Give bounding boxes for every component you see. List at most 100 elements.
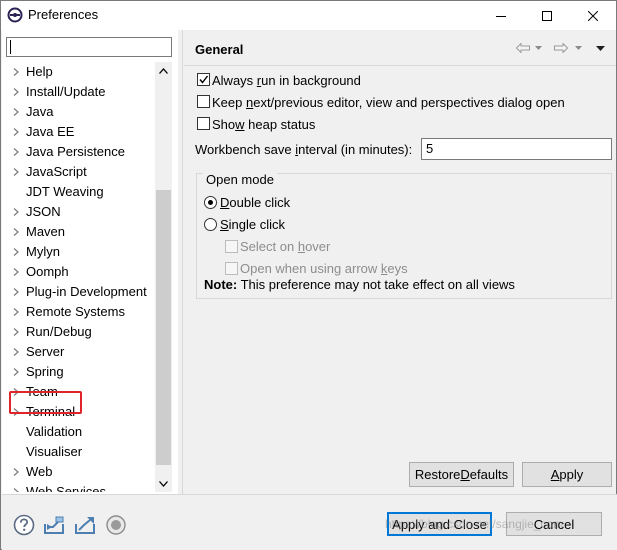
expand-arrow-icon[interactable] [11,267,21,277]
tree-item-label: Plug-in Development [26,284,147,299]
cancel-button[interactable]: Cancel [506,512,602,536]
tree-item-visualiser[interactable]: Visualiser [2,442,155,462]
expand-arrow-icon[interactable] [11,407,21,417]
tree-item-label: Web [26,464,53,479]
show-heap-status-label[interactable]: Show heap status [212,117,315,132]
apply-button[interactable]: Apply [522,462,612,487]
expand-arrow-icon[interactable] [11,387,21,397]
minimize-icon [496,15,506,17]
tree-item-terminal[interactable]: Terminal [2,402,155,422]
back-button[interactable] [515,39,531,57]
tree-item-oomph[interactable]: Oomph [2,262,155,282]
expand-arrow-icon[interactable] [11,147,21,157]
tree-item-spring[interactable]: Spring [2,362,155,382]
tree-item-label: Install/Update [26,84,106,99]
forward-history-dropdown[interactable] [573,39,583,57]
view-menu-button[interactable] [593,39,607,57]
restore-defaults-button[interactable]: Restore Defaults [409,462,514,487]
expand-arrow-icon[interactable] [11,247,21,257]
expand-arrow-icon[interactable] [11,87,21,97]
show-heap-status-checkbox[interactable] [197,117,210,130]
expand-arrow-icon[interactable] [11,467,21,477]
tree-item-team[interactable]: Team [2,382,155,402]
tree-item-java[interactable]: Java [2,102,155,122]
single-click-label[interactable]: Single click [220,217,285,232]
record-icon[interactable] [105,514,127,536]
back-history-dropdown[interactable] [533,39,543,57]
tree-item-web[interactable]: Web [2,462,155,482]
expand-arrow-icon[interactable] [11,347,21,357]
text-caret [10,40,11,54]
checkmark-icon [199,75,209,84]
tree-item-label: Java EE [26,124,75,139]
single-click-radio[interactable] [204,218,217,231]
radio-selected-dot [208,200,213,205]
scroll-up-button[interactable] [155,62,172,79]
apply-and-close-button[interactable]: Apply and Close [387,512,492,536]
tree-item-javascript[interactable]: JavaScript [2,162,155,182]
tree-item-maven[interactable]: Maven [2,222,155,242]
tree-item-label: Remote Systems [26,304,125,319]
tree-item-jdt-weaving[interactable]: JDT Weaving [2,182,155,202]
tree-item-label: Spring [26,364,64,379]
tree-item-java-persistence[interactable]: Java Persistence [2,142,155,162]
filter-input[interactable] [6,37,172,57]
open-arrow-keys-label[interactable]: Open when using arrow keys [240,261,408,276]
chevron-up-icon [159,67,168,74]
select-on-hover-label[interactable]: Select on hover [240,239,330,254]
forward-button[interactable] [553,39,569,57]
tree-item-remote-systems[interactable]: Remote Systems [2,302,155,322]
expand-arrow-icon[interactable] [11,287,21,297]
import-icon[interactable] [43,514,65,536]
minimize-button[interactable] [478,1,524,30]
tree-item-java-ee[interactable]: Java EE [2,122,155,142]
always-run-background-label[interactable]: Always run in background [212,73,361,88]
help-icon[interactable] [13,514,35,536]
save-interval-input[interactable]: 5 [421,138,612,160]
tree-item-label: JavaScript [26,164,87,179]
tree-item-help[interactable]: Help [2,62,155,82]
expand-arrow-icon[interactable] [11,367,21,377]
tree-item-web-services[interactable]: Web Services [2,482,155,492]
maximize-button[interactable] [524,1,570,30]
keep-next-previous-label[interactable]: Keep next/previous editor, view and pers… [212,95,565,110]
tree-item-run-debug[interactable]: Run/Debug [2,322,155,342]
expand-arrow-icon[interactable] [11,67,21,77]
close-button[interactable] [570,1,616,30]
expand-arrow-icon[interactable] [11,227,21,237]
dropdown-arrow-icon [574,46,582,50]
tree-item-label: Run/Debug [26,324,92,339]
always-run-background-checkbox[interactable] [197,73,210,86]
double-click-label[interactable]: Double click [220,195,290,210]
keep-next-previous-checkbox[interactable] [197,95,210,108]
page-title: General [195,42,244,57]
expand-arrow-icon[interactable] [11,307,21,317]
expand-arrow-icon[interactable] [11,487,21,492]
tree-item-validation[interactable]: Validation [2,422,155,442]
tree-item-install-update[interactable]: Install/Update [2,82,155,102]
tree-item-label: Mylyn [26,244,60,259]
expand-arrow-icon[interactable] [11,167,21,177]
scroll-thumb[interactable] [156,190,171,465]
open-arrow-keys-checkbox[interactable] [225,262,238,275]
expand-arrow-icon[interactable] [11,127,21,137]
scroll-down-button[interactable] [155,475,172,492]
open-mode-group: Open mode Double click Single click Sele… [196,172,612,299]
export-icon[interactable] [74,514,96,536]
tree-scrollbar[interactable] [155,62,172,492]
maximize-icon [542,10,552,21]
expand-arrow-icon[interactable] [11,207,21,217]
tree-item-json[interactable]: JSON [2,202,155,222]
expand-arrow-icon[interactable] [11,107,21,117]
select-on-hover-checkbox[interactable] [225,240,238,253]
forward-arrow-icon [554,43,568,53]
tree-item-mylyn[interactable]: Mylyn [2,242,155,262]
window-title: Preferences [28,7,99,22]
tree-item-plug-in-development[interactable]: Plug-in Development [2,282,155,302]
tree-item-server[interactable]: Server [2,342,155,362]
title-bar: Preferences [1,1,616,30]
open-mode-legend: Open mode [203,172,277,187]
double-click-radio[interactable] [204,196,217,209]
expand-arrow-icon[interactable] [11,327,21,337]
tree-item-label: Help [26,64,53,79]
